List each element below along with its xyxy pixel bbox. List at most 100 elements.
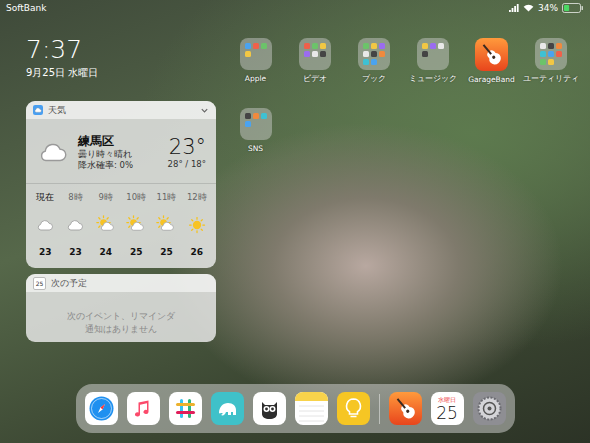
widget-title: 天気 [48,104,195,117]
owl-icon [253,392,286,425]
sunny-icon [187,215,207,235]
settings-icon [473,392,506,425]
wifi-icon [523,4,534,12]
garageband-icon [389,392,422,425]
folder[interactable]: SNS [226,108,285,154]
app-grid: Apple ビデオ ブック ミュージック GarageBand ユーティリティ SNS [226,16,580,384]
folder-icon [299,38,331,70]
battery-icon [562,3,584,13]
elephant-icon [211,392,244,425]
signal-icon [509,4,519,12]
hour-temp: 26 [191,247,204,258]
dock: 水曜日25 [76,384,515,433]
safari-app-icon[interactable] [85,392,118,425]
elephant-app-icon[interactable] [211,392,244,425]
music-icon [127,392,160,425]
hour-item: 12時 26 [182,192,212,258]
weather-condition: 曇り時々晴れ [78,149,160,160]
app[interactable]: GarageBand [462,38,521,85]
weather-high-low: 28° / 18° [168,159,206,170]
folder[interactable]: ビデオ [285,38,344,85]
weather-app-icon [33,105,43,115]
app-label: SNS [248,144,263,154]
hour-label: 12時 [187,192,207,203]
hour-item: 8時 23 [60,192,90,258]
hour-item: 11時 25 [151,192,181,258]
battery-percent: 34% [538,3,558,13]
clock-date: 9月25日 水曜日 [26,66,216,80]
app-label: GarageBand [468,75,515,85]
calendar-app-icon[interactable]: 水曜日25 [431,392,464,425]
widget-title: 次の予定 [51,277,209,290]
weather-widget[interactable]: 天気練馬区曇り時々晴れ降水確率: 0% 23°28° / 18° 現在 23 8時 23 9… [26,101,216,268]
notes-app-icon[interactable] [295,392,328,425]
current-weather-icon [36,135,70,169]
hour-item: 10時 25 [121,192,151,258]
hour-label: 9時 [99,192,113,203]
hour-temp: 23 [39,247,52,258]
home-screen: SoftBank 34% 7:37 9月25日 水曜日天気練馬区曇り時々晴れ降水確率:… [0,0,590,443]
widget-header: 25 次の予定 [26,274,216,292]
hour-temp: 24 [100,247,113,258]
app-label: Apple [245,74,266,84]
owl-app-icon[interactable] [253,392,286,425]
status-icons: 34% [509,3,584,13]
tips-icon [337,392,370,425]
hour-label: 現在 [36,192,54,203]
weather-temp: 23° [169,135,206,159]
widget-header: 天気 [26,101,216,119]
status-bar: SoftBank 34% [0,0,590,16]
up-next-message: 次のイベント、リマインダ通知はありません [26,292,216,342]
hour-item: 9時 24 [91,192,121,258]
partly-icon [156,215,176,235]
hour-temp: 25 [160,247,173,258]
carrier: SoftBank [6,3,46,13]
folder-icon [417,38,449,70]
calendar-small-icon: 25 [33,277,46,290]
up-next-widget[interactable]: 25 次の予定次のイベント、リマインダ通知はありません [26,274,216,342]
folder[interactable]: ブック [344,38,403,85]
partly-icon [96,215,116,235]
dock-separator [379,394,380,424]
garageband-icon [475,38,508,71]
app-label: ブック [362,74,386,84]
folder[interactable]: Apple [226,38,285,85]
hour-label: 10時 [126,192,146,203]
weather-location: 練馬区 [78,133,160,149]
music-app-icon[interactable] [127,392,160,425]
cloudy-icon [35,215,55,235]
folder[interactable]: ミュージック [403,38,462,85]
chevron-icon[interactable] [200,106,209,115]
app-label: ユーティリティ [523,74,579,84]
slack-app-icon[interactable] [169,392,202,425]
app-label: ビデオ [303,74,327,84]
hourly-forecast: 現在 23 8時 23 9時 24 10時 25 11時 25 12時 26 [26,184,216,268]
message-line: 次のイベント、リマインダ [67,310,175,323]
dock-area: 水曜日25 [0,384,590,443]
hour-temp: 25 [130,247,143,258]
clock-time: 7:37 [26,36,216,64]
notes-icon [295,392,328,425]
folder-icon [240,108,272,140]
weather-precipitation: 降水確率: 0% [78,160,160,171]
hour-temp: 23 [69,247,82,258]
main-area: 7:37 9月25日 水曜日天気練馬区曇り時々晴れ降水確率: 0% 23°28° /… [0,16,590,384]
folder-icon [240,38,272,70]
safari-icon [85,392,118,425]
message-line: 通知はありません [85,323,157,336]
tips-app-icon[interactable] [337,392,370,425]
hour-label: 11時 [157,192,177,203]
hour-label: 8時 [68,192,82,203]
slack-icon [169,392,202,425]
folder-icon [358,38,390,70]
app-label: ミュージック [409,74,457,84]
calendar-day: 25 [436,404,458,423]
today-view: 7:37 9月25日 水曜日天気練馬区曇り時々晴れ降水確率: 0% 23°28° /… [26,16,216,384]
folder[interactable]: ユーティリティ [521,38,580,85]
calendar-weekday: 水曜日 [438,396,456,404]
settings-app-icon[interactable] [473,392,506,425]
cloudy-icon [65,215,85,235]
partly-icon [126,215,146,235]
weather-summary: 練馬区曇り時々晴れ降水確率: 0% 23°28° / 18° [26,119,216,184]
folder-icon [535,38,567,70]
